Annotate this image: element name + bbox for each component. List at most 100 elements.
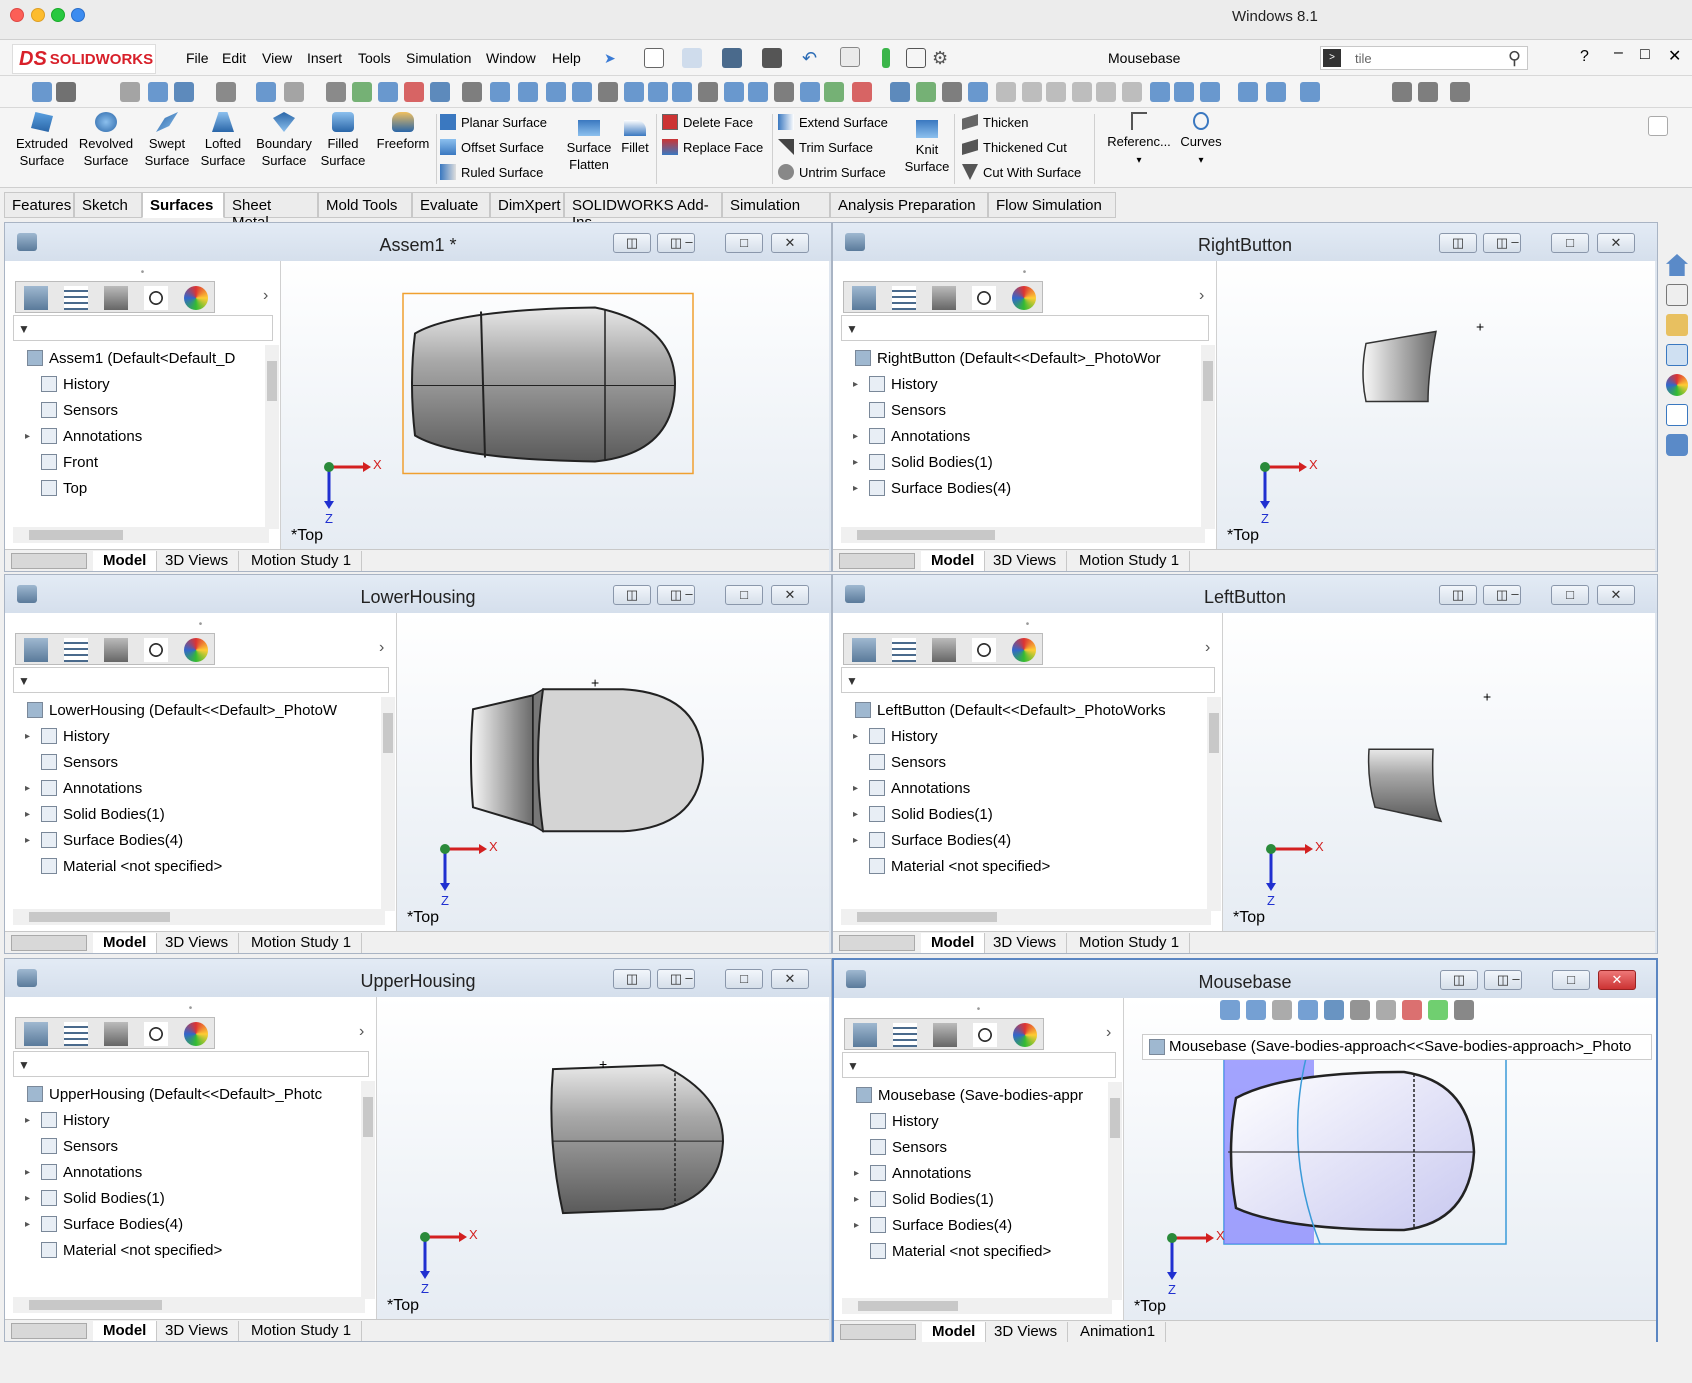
fillet-button[interactable]: Fillet xyxy=(618,120,652,156)
model-tab[interactable]: 3D Views xyxy=(984,1322,1069,1342)
planar-surface-button[interactable]: Planar Surface xyxy=(440,114,547,130)
tree-item[interactable]: Sensors xyxy=(833,749,1207,775)
help-icon[interactable]: ? xyxy=(1580,48,1589,66)
tree-horizontal-scrollbar[interactable] xyxy=(13,527,269,543)
view-toolbar-icon[interactable] xyxy=(968,82,988,102)
expand-arrow-icon[interactable]: ▸ xyxy=(853,431,865,442)
tab-features[interactable]: Features xyxy=(4,192,74,218)
view-orientation-icon[interactable] xyxy=(1324,1000,1344,1020)
close-icon[interactable]: ✕ xyxy=(1598,970,1636,990)
tree-horizontal-scrollbar[interactable] xyxy=(13,1297,365,1313)
document-titlebar[interactable]: Assem1 * ◫ ◫ – □ ✕ xyxy=(5,223,831,261)
view-toolbar-icon[interactable] xyxy=(216,82,236,102)
undo-icon[interactable]: ↶ xyxy=(802,48,822,68)
tab-sketch[interactable]: Sketch xyxy=(74,192,142,218)
maximize-icon[interactable]: □ xyxy=(1551,585,1589,605)
thicken-button[interactable]: Thicken xyxy=(962,114,1029,130)
tree-item[interactable]: ▸ Annotations xyxy=(833,423,1201,449)
search-icon[interactable]: ⚲ xyxy=(1508,48,1521,69)
expand-arrow-icon[interactable]: ▸ xyxy=(25,1219,37,1230)
tab-flow-simulation[interactable]: Flow Simulation xyxy=(988,192,1116,218)
solidworks-logo[interactable]: DS SOLIDWORKS xyxy=(12,44,156,74)
view-toolbar-icon[interactable] xyxy=(490,82,510,102)
ruled-surface-button[interactable]: Ruled Surface xyxy=(440,164,543,180)
view-toolbar-icon[interactable] xyxy=(326,82,346,102)
curves-button[interactable]: Curves ▾ xyxy=(1176,112,1226,169)
tile-icon[interactable]: ◫ xyxy=(613,969,651,989)
feature-manager-icon[interactable] xyxy=(852,286,876,310)
config-manager-icon[interactable] xyxy=(104,1022,128,1046)
scroll-thumb[interactable] xyxy=(857,912,997,922)
ribbon-options-icon[interactable] xyxy=(1648,116,1668,136)
panel-grip[interactable]: • xyxy=(5,1003,376,1014)
view-toolbar-icon[interactable] xyxy=(942,82,962,102)
feature-manager-icon[interactable] xyxy=(853,1023,877,1047)
view-toolbar-icon[interactable] xyxy=(996,82,1016,102)
close-icon[interactable]: ✕ xyxy=(771,233,809,253)
view-toolbar-icon[interactable] xyxy=(1238,82,1258,102)
tree-item[interactable]: ▸ Annotations xyxy=(833,775,1207,801)
tree-item[interactable]: History xyxy=(5,371,265,397)
close-icon[interactable]: ✕ xyxy=(1597,585,1635,605)
tree-item[interactable]: ▸ Annotations xyxy=(5,775,381,801)
minimize-icon[interactable]: – xyxy=(677,585,701,605)
save-icon[interactable] xyxy=(722,48,742,68)
view-toolbar-icon[interactable] xyxy=(546,82,566,102)
tab-sheet-metal[interactable]: Sheet Metal xyxy=(224,192,318,231)
open-icon[interactable] xyxy=(682,48,702,68)
file-properties-icon[interactable] xyxy=(906,48,926,68)
tree-item[interactable]: Front xyxy=(5,449,265,475)
tree-item[interactable]: ▸ Solid Bodies(1) xyxy=(833,449,1201,475)
document-titlebar[interactable]: LeftButton ◫ ◫ – □ ✕ xyxy=(833,575,1657,613)
tree-vertical-scrollbar[interactable] xyxy=(265,345,279,529)
document-titlebar[interactable]: Mousebase ◫ ◫ – □ ✕ xyxy=(834,960,1656,998)
model-tab[interactable]: Model xyxy=(93,1321,158,1341)
property-manager-icon[interactable] xyxy=(893,1023,917,1047)
tab-simulation[interactable]: Simulation xyxy=(722,192,830,218)
menu-tools[interactable]: Tools xyxy=(358,50,391,66)
model-tab[interactable]: 3D Views xyxy=(155,1321,240,1341)
tree-item[interactable]: Material <not specified> xyxy=(834,1238,1108,1264)
panel-grip[interactable]: • xyxy=(5,619,396,630)
model-tab[interactable]: Model xyxy=(922,1322,987,1342)
tree-item[interactable]: ▸ Surface Bodies(4) xyxy=(833,827,1207,853)
tab-surfaces[interactable]: Surfaces xyxy=(142,192,224,218)
view-toolbar-icon[interactable] xyxy=(1022,82,1042,102)
view-toolbar-icon[interactable] xyxy=(852,82,872,102)
display-manager-icon[interactable] xyxy=(1012,286,1036,310)
model-tab[interactable]: 3D Views xyxy=(155,551,240,571)
scroll-thumb[interactable] xyxy=(267,361,277,401)
appearances-icon[interactable] xyxy=(1666,374,1688,396)
view-toolbar-icon[interactable] xyxy=(1072,82,1092,102)
expand-arrow-icon[interactable]: ▸ xyxy=(853,379,865,390)
expand-arrow-icon[interactable]: ▸ xyxy=(25,431,37,442)
chevron-right-icon[interactable]: › xyxy=(359,1023,364,1041)
tree-root[interactable]: RightButton (Default<<Default>_PhotoWor xyxy=(833,345,1201,371)
trim-surface-button[interactable]: Trim Surface xyxy=(778,139,873,155)
tab-mold-tools[interactable]: Mold Tools xyxy=(318,192,412,218)
view-toolbar-icon[interactable] xyxy=(378,82,398,102)
close-icon[interactable]: ✕ xyxy=(771,969,809,989)
view-toolbar-icon[interactable] xyxy=(404,82,424,102)
view-toolbar-icon[interactable] xyxy=(572,82,592,102)
view-toolbar-icon[interactable] xyxy=(748,82,768,102)
expand-arrow-icon[interactable]: ▸ xyxy=(854,1194,866,1205)
tree-vertical-scrollbar[interactable] xyxy=(1108,1082,1122,1300)
custom-properties-icon[interactable] xyxy=(1666,404,1688,426)
maximize-icon[interactable]: □ xyxy=(1640,46,1650,64)
scroll-thumb[interactable] xyxy=(857,530,995,540)
tab-solidworks-add-ins[interactable]: SOLIDWORKS Add-Ins xyxy=(564,192,722,231)
view-toolbar-icon[interactable] xyxy=(120,82,140,102)
tree-filter-input[interactable]: ▼ xyxy=(842,1052,1116,1078)
tree-vertical-scrollbar[interactable] xyxy=(1207,697,1221,911)
menu-simulation[interactable]: Simulation xyxy=(406,50,471,66)
tree-item[interactable]: ▸ Solid Bodies(1) xyxy=(834,1186,1108,1212)
dimxpert-icon[interactable] xyxy=(144,286,168,310)
property-manager-icon[interactable] xyxy=(64,1022,88,1046)
print-icon[interactable] xyxy=(762,48,782,68)
reference-geometry-button[interactable]: Referenc... ▾ xyxy=(1104,112,1174,169)
tree-item[interactable]: Sensors xyxy=(5,749,381,775)
tab-evaluate[interactable]: Evaluate xyxy=(412,192,490,218)
chevron-right-icon[interactable]: › xyxy=(379,639,384,657)
model-tab[interactable]: Motion Study 1 xyxy=(1069,551,1191,571)
